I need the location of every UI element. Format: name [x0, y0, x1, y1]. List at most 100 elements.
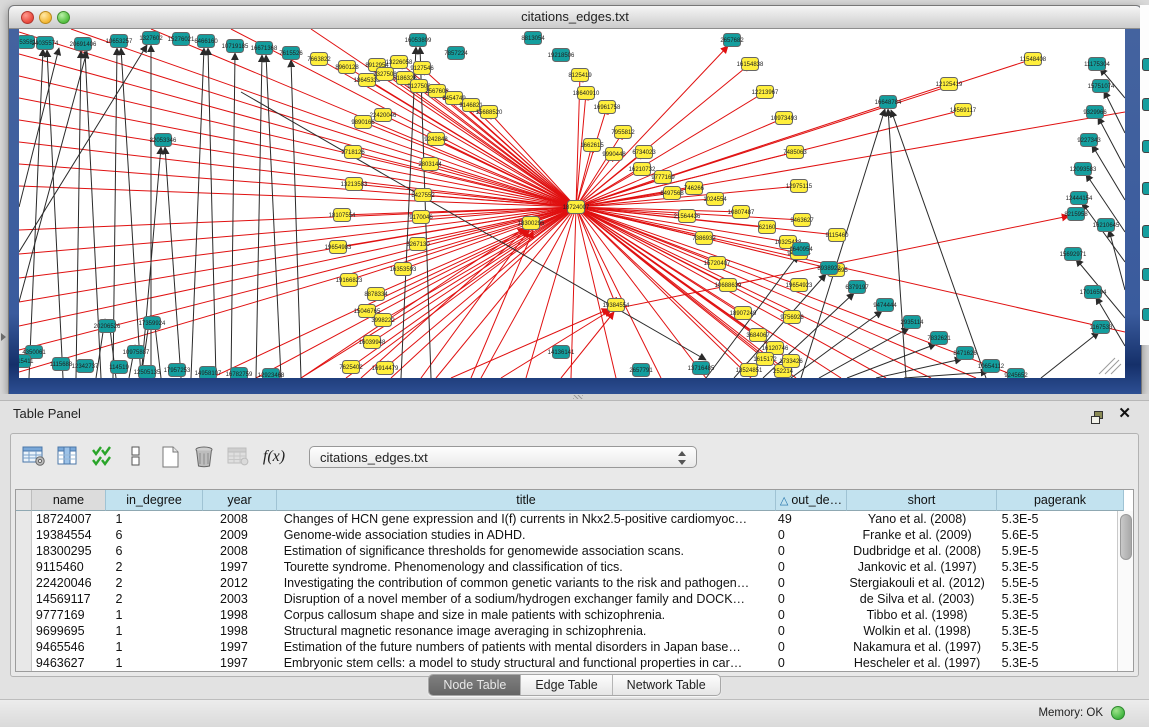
- graph-node[interactable]: 14136141: [548, 346, 575, 359]
- table-cell[interactable]: Nakamura et al. (1997): [843, 639, 992, 655]
- graph-node[interactable]: 12093583: [1070, 163, 1097, 176]
- graph-node[interactable]: 9242848: [424, 133, 448, 146]
- graph-node[interactable]: 16914479: [372, 362, 399, 375]
- graph-node[interactable]: 9127546: [410, 62, 434, 75]
- graph-node[interactable]: 14958107: [195, 367, 222, 379]
- graph-node[interactable]: 6466160: [194, 35, 218, 48]
- citation-edge[interactable]: [19, 207, 576, 372]
- table-cell[interactable]: Yano et al. (2008): [843, 511, 992, 527]
- table-cell[interactable]: 5.3E-5: [992, 511, 1118, 527]
- scrollbar-thumb[interactable]: [1120, 514, 1132, 560]
- table-cell[interactable]: 0: [772, 655, 843, 671]
- select-all-icon[interactable]: [87, 442, 117, 472]
- table-cell[interactable]: 5.3E-5: [992, 639, 1118, 655]
- citation-edge[interactable]: [301, 207, 576, 378]
- graph-edge[interactable]: [1092, 145, 1125, 200]
- graph-edge[interactable]: [904, 372, 988, 378]
- graph-node[interactable]: 10973493: [771, 112, 798, 125]
- table-cell[interactable]: 1998: [202, 623, 276, 639]
- graph-edge[interactable]: [1041, 332, 1099, 378]
- graph-node[interactable]: 7663822: [307, 53, 331, 66]
- graph-node[interactable]: 7485063: [783, 146, 807, 159]
- canvas-resize-grip[interactable]: [1111, 364, 1121, 374]
- table-cell[interactable]: Dudbridge et al. (2008): [843, 543, 992, 559]
- table-cell[interactable]: 18300295: [32, 543, 106, 559]
- table-cell[interactable]: 2: [106, 575, 203, 591]
- table-cell[interactable]: Embryonic stem cells: a model to study s…: [276, 655, 772, 671]
- dropdown-stepper-icon[interactable]: [678, 447, 690, 469]
- graph-node[interactable]: 16053809: [405, 34, 432, 47]
- citation-edge[interactable]: [19, 142, 576, 207]
- table-cell[interactable]: 1997: [202, 639, 276, 655]
- table-cell[interactable]: 1997: [202, 655, 276, 671]
- graph-edge[interactable]: [801, 109, 885, 378]
- table-cell[interactable]: 9699695: [32, 623, 106, 639]
- graph-node[interactable]: 2657682: [720, 34, 744, 47]
- table-cell[interactable]: 9777169: [32, 607, 106, 623]
- table-cell[interactable]: 5.3E-5: [992, 607, 1118, 623]
- graph-node[interactable]: 7832621: [927, 332, 951, 345]
- graph-node[interactable]: 19166823: [336, 274, 363, 287]
- graph-edge[interactable]: [231, 53, 235, 378]
- citation-edge[interactable]: [421, 230, 529, 378]
- graph-node[interactable]: 7955812: [611, 126, 635, 139]
- graph-node[interactable]: 8938923: [817, 262, 841, 275]
- graph-node[interactable]: 15720407: [704, 257, 731, 270]
- graph-node[interactable]: 13213583: [341, 178, 368, 191]
- graph-node[interactable]: 18640910: [573, 87, 600, 100]
- table-cell[interactable]: 1998: [202, 607, 276, 623]
- table-cell[interactable]: 0: [772, 543, 843, 559]
- graph-node[interactable]: 8125419: [568, 69, 592, 82]
- column-header-out_de[interactable]: △out_de…: [776, 490, 847, 511]
- graph-edge[interactable]: [191, 48, 204, 378]
- vertical-scrollbar[interactable]: [1117, 511, 1133, 671]
- table-row[interactable]: 1938455462009Genome-wide association stu…: [16, 527, 1118, 543]
- graph-node[interactable]: 10807487: [728, 206, 755, 219]
- table-cell[interactable]: Hescheler et al. (1997): [843, 655, 992, 671]
- table-cell[interactable]: Investigating the contribution of common…: [276, 575, 772, 591]
- graph-node[interactable]: 114519: [109, 361, 129, 374]
- table-cell[interactable]: Genome-wide association studies in ADHD.: [276, 527, 772, 543]
- citation-edge[interactable]: [576, 207, 931, 378]
- column-header-name[interactable]: name: [32, 490, 106, 511]
- table-cell[interactable]: 5.3E-5: [992, 591, 1118, 607]
- graph-node[interactable]: 8960128: [335, 61, 359, 74]
- graph-edge[interactable]: [19, 45, 147, 252]
- graph-node[interactable]: 1733426: [779, 355, 803, 368]
- graph-node[interactable]: 9227343: [1077, 134, 1101, 147]
- graph-node[interactable]: 16648784: [875, 96, 902, 109]
- graph-node[interactable]: 6734023: [632, 146, 656, 159]
- table-row[interactable]: 946554611997Estimation of the future num…: [16, 639, 1118, 655]
- function-builder-icon[interactable]: f(x): [257, 442, 291, 472]
- graph-edge[interactable]: [1109, 230, 1125, 290]
- table-cell[interactable]: Franke et al. (2009): [843, 527, 992, 543]
- column-header-year[interactable]: year: [203, 490, 277, 511]
- table-cell[interactable]: 0: [772, 623, 843, 639]
- graph-node[interactable]: 2718126: [341, 146, 365, 159]
- network-view-window[interactable]: citations_edges.txt 76638228960128891295…: [8, 5, 1142, 395]
- graph-node[interactable]: 9463627: [790, 214, 814, 227]
- import-table-icon[interactable]: [223, 442, 253, 472]
- graph-node[interactable]: 11175304: [1084, 58, 1110, 71]
- table-cell[interactable]: 5.9E-5: [992, 543, 1118, 559]
- graph-node[interactable]: 9474444: [873, 299, 897, 312]
- graph-node[interactable]: 9990448: [602, 148, 626, 161]
- table-cell[interactable]: 5.3E-5: [992, 655, 1118, 671]
- table-row[interactable]: 1872400712008Changes of HCN gene express…: [16, 511, 1118, 527]
- table-cell[interactable]: Disruption of a novel member of a sodium…: [276, 591, 772, 607]
- citation-edge[interactable]: [501, 310, 611, 378]
- graph-node[interactable]: 1167533: [1090, 321, 1114, 334]
- graph-edge[interactable]: [819, 328, 909, 378]
- graph-edge[interactable]: [1082, 203, 1125, 262]
- new-table-icon[interactable]: [155, 442, 185, 472]
- graph-node[interactable]: 15276021: [168, 33, 195, 46]
- float-window-icon[interactable]: [1091, 407, 1105, 420]
- table-row[interactable]: 911546021997Tourette syndrome. Phenomeno…: [16, 559, 1118, 575]
- table-cell[interactable]: 2008: [202, 543, 276, 559]
- table-cell[interactable]: 9115460: [32, 559, 106, 575]
- table-options-icon[interactable]: [19, 442, 49, 472]
- graph-node[interactable]: 13716485: [688, 362, 715, 375]
- graph-node[interactable]: 8471626: [953, 347, 977, 360]
- table-cell[interactable]: Jankovic et al. (1997): [843, 559, 992, 575]
- table-cell[interactable]: 0: [772, 607, 843, 623]
